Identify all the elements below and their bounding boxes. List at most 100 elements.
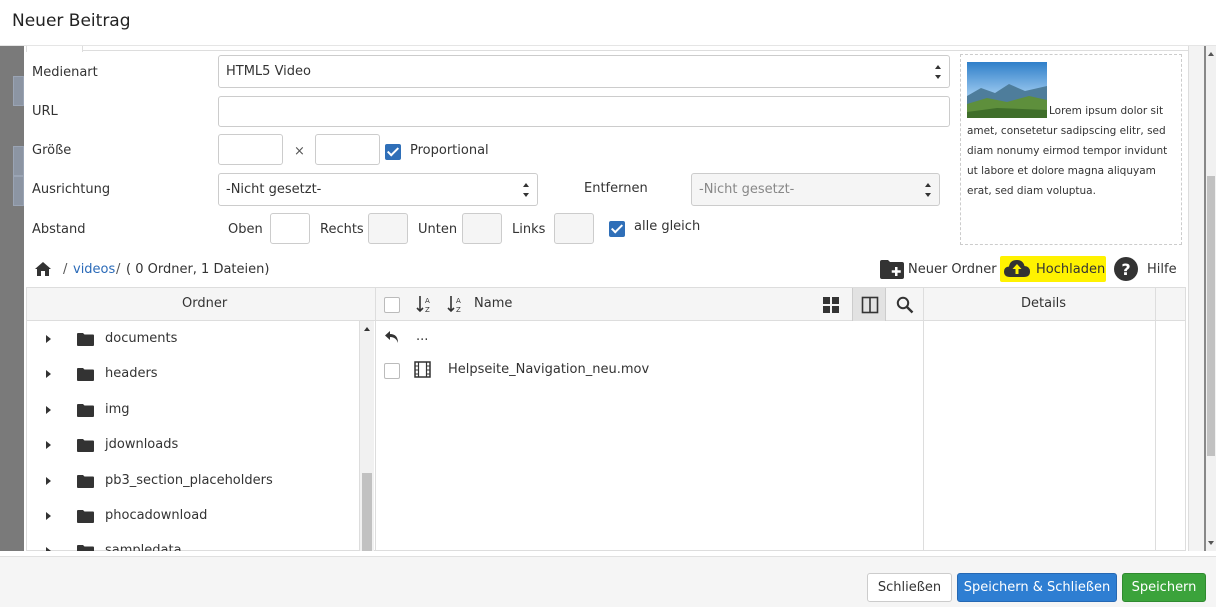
upload-button[interactable]: Hochladen [1000, 256, 1106, 282]
url-label: URL [32, 104, 58, 119]
svg-text:A: A [456, 297, 461, 305]
media-type-select[interactable]: HTML5 Video [218, 55, 950, 88]
expand-caret-icon[interactable] [46, 370, 51, 378]
media-type-label: Medienart [32, 65, 98, 80]
expand-caret-icon[interactable] [46, 547, 51, 551]
help-icon: ? [1114, 257, 1138, 281]
preview-text: Lorem ipsum dolor sit amet, consetetur s… [967, 105, 1168, 197]
background-page-edge-right [1188, 46, 1204, 551]
folder-icon [77, 368, 94, 381]
folder-tree-scrollbar[interactable] [359, 321, 374, 551]
back-arrow-icon [385, 331, 398, 343]
scroll-up-icon[interactable] [364, 327, 370, 331]
breadcrumb-folder-link[interactable]: videos [73, 262, 115, 277]
file-row[interactable]: Helpseite_Navigation_neu.mov [376, 354, 923, 387]
new-folder-button[interactable]: Neuer Ordner [880, 256, 997, 282]
close-button[interactable]: Schließen [867, 573, 952, 602]
details-header: Details [923, 288, 1185, 321]
align-select[interactable]: -Nicht gesetzt- [218, 173, 538, 206]
folder-icon [77, 404, 94, 417]
columns-view-icon [861, 296, 879, 314]
margin-bottom-label: Unten [418, 222, 458, 237]
remove-value: -Nicht gesetzt- [699, 182, 795, 197]
folder-item-pb3-section-placeholders[interactable]: pb3_section_placeholders [27, 464, 357, 499]
file-checkbox[interactable] [384, 363, 400, 379]
folder-item-phocadownload[interactable]: phocadownload [27, 499, 357, 534]
scroll-down-icon[interactable] [1208, 541, 1214, 545]
folder-item-headers[interactable]: headers [27, 357, 357, 392]
url-input[interactable] [218, 96, 950, 127]
save-close-button[interactable]: Speichern & Schließen [957, 573, 1117, 602]
select-arrows-icon [522, 183, 530, 197]
svg-text:?: ? [1121, 260, 1130, 279]
grid-view-icon[interactable] [822, 296, 840, 314]
tab-active[interactable] [26, 46, 83, 52]
scrollbar-thumb[interactable] [1207, 176, 1215, 456]
parent-folder-label: ... [416, 329, 429, 344]
remove-select[interactable]: -Nicht gesetzt- [691, 173, 940, 206]
search-icon[interactable] [896, 296, 914, 314]
help-button[interactable]: ? Hilfe [1114, 256, 1177, 282]
media-type-value: HTML5 Video [226, 64, 312, 79]
expand-caret-icon[interactable] [46, 512, 51, 520]
home-icon[interactable] [34, 261, 52, 277]
folder-icon [77, 510, 94, 523]
scroll-up-icon[interactable] [1208, 52, 1214, 56]
new-folder-icon [880, 260, 904, 279]
margin-left-input[interactable] [554, 213, 594, 244]
all-same-checkbox[interactable] [609, 221, 625, 237]
dialog-header: Neuer Beitrag [0, 0, 1216, 46]
margin-top-label: Oben [228, 222, 263, 237]
margin-left-label: Links [512, 222, 546, 237]
proportional-checkbox[interactable] [385, 144, 401, 160]
parent-folder-row[interactable]: ... [376, 321, 923, 354]
dialog-title: Neuer Beitrag [12, 11, 131, 31]
width-input[interactable] [218, 134, 283, 165]
sort-desc-icon[interactable]: A Z [447, 295, 465, 313]
svg-text:Z: Z [456, 306, 461, 313]
folder-icon [77, 475, 94, 488]
expand-caret-icon[interactable] [46, 335, 51, 343]
align-label: Ausrichtung [32, 182, 111, 197]
video-file-icon [414, 361, 431, 378]
remove-label: Entfernen [584, 181, 648, 196]
height-input[interactable] [315, 134, 380, 165]
save-button[interactable]: Speichern [1122, 573, 1206, 602]
folder-item-jdownloads[interactable]: jdownloads [27, 428, 357, 463]
expand-caret-icon[interactable] [46, 477, 51, 485]
details-view-toggle[interactable] [852, 288, 886, 321]
size-times-symbol: × [294, 144, 305, 159]
files-header: A Z A Z Name [376, 288, 923, 321]
name-column-header[interactable]: Name [474, 296, 512, 311]
folder-item-documents[interactable]: documents [27, 322, 357, 357]
folder-icon [77, 545, 94, 551]
align-value: -Nicht gesetzt- [226, 182, 322, 197]
cloud-upload-icon [1004, 260, 1030, 277]
folder-item-img[interactable]: img [27, 393, 357, 428]
margin-right-input[interactable] [368, 213, 408, 244]
dialog-scrollbar[interactable] [1206, 46, 1216, 551]
select-all-checkbox[interactable] [384, 297, 400, 313]
proportional-label: Proportional [410, 143, 489, 158]
all-same-label: alle gleich [634, 219, 701, 234]
select-arrows-icon [924, 183, 932, 197]
expand-caret-icon[interactable] [46, 441, 51, 449]
margin-bottom-input[interactable] [462, 213, 502, 244]
file-manager: Ordner A Z A Z Name Details documents he… [26, 287, 1186, 551]
breadcrumb: / videos / ( 0 Ordner, 1 Dateien) Neuer … [24, 253, 1188, 287]
scrollbar-thumb[interactable] [362, 473, 372, 551]
folder-icon [77, 439, 94, 452]
margin-top-input[interactable] [270, 213, 310, 244]
svg-text:A: A [425, 297, 430, 305]
size-label: Größe [32, 143, 72, 158]
svg-text:Z: Z [425, 306, 430, 313]
select-arrows-icon [934, 65, 942, 79]
expand-caret-icon[interactable] [46, 406, 51, 414]
file-name: Helpseite_Navigation_neu.mov [448, 362, 650, 377]
breadcrumb-info: ( 0 Ordner, 1 Dateien) [126, 262, 270, 277]
dialog-body: Medienart HTML5 Video URL Größe × Propor… [24, 46, 1188, 551]
sort-asc-icon[interactable]: A Z [416, 295, 434, 313]
folder-item-sampledata[interactable]: sampledata [27, 534, 357, 551]
background-page-edge [0, 46, 24, 551]
margin-right-label: Rechts [320, 222, 364, 237]
